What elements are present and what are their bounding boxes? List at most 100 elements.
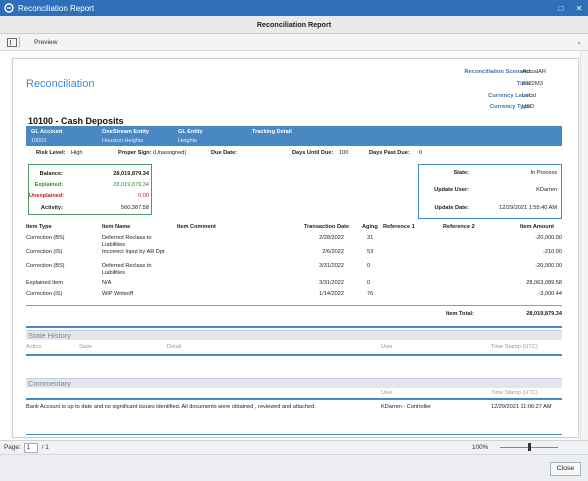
col-action: Action (26, 344, 42, 350)
cell-item-type: Explained Item (26, 280, 64, 286)
window-titlebar: Reconciliation Report □ ✕ (0, 0, 588, 16)
state-summary-box: State: In Process Update User: KDarren U… (418, 164, 562, 219)
table-row: Correction (BS) Deferred Reclass to Liab… (26, 235, 562, 249)
preview-tab[interactable]: Preview (34, 39, 57, 46)
commentary-user: KDarren - Controller (381, 404, 432, 410)
cell-item-name: Incorrect Input by AR Dpt (102, 249, 165, 255)
transactions-header: Item Type Item Name Item Comment Transac… (26, 224, 562, 233)
cell-transaction-date: 3/31/2022 (319, 263, 344, 269)
meta-label: Currency Type: (489, 104, 532, 111)
chevron-down-icon[interactable]: ⌄ (576, 38, 582, 46)
entity-label: OneStream Entity (102, 129, 149, 135)
commentary-time: 12/29/2021 11:06:27 AM (491, 404, 552, 410)
entity-value: Houston Heights (102, 138, 144, 144)
state-history-title: State History (26, 330, 562, 340)
app-logo-icon (4, 3, 14, 13)
meta-value: 2022M3 (522, 80, 543, 87)
commentary-bottom-rule (26, 434, 562, 435)
cell-transaction-date: 3/31/2022 (319, 280, 344, 286)
report-header-title: Reconciliation Report (256, 20, 332, 29)
col-state: State (79, 344, 93, 350)
balance-value: 28,019,879.34 (113, 171, 149, 177)
days-past-due-value: 0 (419, 150, 423, 156)
proper-sign-value: (Unassigned) (153, 150, 187, 156)
cell-item-amount: -20,000.00 (535, 235, 562, 241)
col-reference-1: Reference 1 (383, 224, 415, 230)
item-total-label: Item Total: (446, 311, 474, 317)
cell-item-name: N/A (102, 280, 112, 286)
cell-item-type: Correction (BS) (26, 235, 65, 241)
proper-sign-label: Proper Sign: (118, 150, 152, 156)
cell-item-name: Deferred Reclass to Liabilities (102, 263, 152, 276)
report-header: Reconciliation Report (0, 16, 588, 34)
meta-label: Currency Level: (488, 92, 532, 99)
meta-value: ActualAR (522, 69, 547, 75)
state-value: In Process (530, 170, 557, 176)
due-date-label: Due Date: (211, 150, 238, 156)
days-until-due-value: 100 (339, 150, 349, 156)
page-count: / 1 (41, 444, 49, 451)
meta-label: Reconciliation Scenario: (464, 69, 532, 75)
gl-account-value: 10001 (31, 138, 47, 144)
cell-item-amount: -210.00 (543, 249, 562, 255)
vertical-scrollbar[interactable] (580, 51, 588, 440)
cell-transaction-date: 1/14/2022 (319, 291, 344, 297)
cell-item-name: Deferred Reclass to Liabilities (102, 235, 152, 248)
explained-label: Explained: (34, 182, 63, 188)
cell-item-amount: -3,000.44 (538, 291, 562, 297)
meta-values: ActualAR 2022M3 Local USD (522, 67, 572, 114)
commentary-text: Bank Account is up to date and no signif… (26, 404, 316, 410)
sidebar-toggle-icon[interactable] (7, 37, 17, 47)
col-time-stamp: Time Stamp (UTC) (491, 344, 538, 350)
cell-aging: 0 (367, 263, 371, 269)
toolbar-divider (19, 37, 20, 47)
col-time-stamp: Time Stamp (UTC) (491, 390, 538, 396)
balance-label: Balance: (39, 171, 63, 177)
col-item-amount: Item Amount (520, 224, 554, 230)
meta-value: Local (522, 92, 536, 99)
days-past-due-label: Days Past Due: (369, 150, 410, 156)
col-transaction-date: Transaction Date (304, 224, 350, 230)
page-number-input[interactable]: 1 (23, 442, 38, 453)
account-info-band: GL Account 10001 OneStream Entity Housto… (26, 126, 562, 146)
cell-item-type: Correction (IS) (26, 291, 63, 297)
close-window-icon[interactable]: ✕ (570, 0, 588, 16)
transactions-table: Correction (BS) Deferred Reclass to Liab… (26, 235, 562, 305)
activity-label: Activity: (40, 205, 63, 211)
cell-item-amount: 28,063,089.58 (526, 280, 562, 286)
zoom-level: 100% (472, 444, 489, 451)
cell-transaction-date: 2/6/2022 (322, 249, 344, 255)
cell-aging: 53 (367, 249, 374, 255)
cell-item-type: Correction (IS) (26, 249, 63, 255)
state-label: State: (453, 170, 469, 176)
state-history-rule (26, 354, 562, 356)
update-user-label: Update User: (434, 187, 469, 193)
unexplained-value: 0.00 (138, 193, 149, 199)
commentary-rule (26, 398, 562, 400)
report-title: Reconciliation (26, 78, 95, 90)
commentary-title: Commentary (26, 378, 562, 388)
meta-labels: Reconciliation Scenario: Time: Currency … (422, 67, 532, 114)
page-label: Page: (4, 444, 21, 451)
col-item-comment: Item Comment (177, 224, 216, 230)
section-divider (26, 326, 562, 328)
restore-icon[interactable]: □ (552, 0, 570, 16)
col-item-type: Item Type (26, 224, 52, 230)
cell-item-amount: -20,000.00 (535, 263, 562, 269)
account-section-title: 10100 - Cash Deposits (28, 116, 124, 126)
col-item-name: Item Name (102, 224, 131, 230)
activity-value: 560,387.58 (121, 205, 149, 211)
meta-value: USD (522, 104, 535, 111)
unexplained-label: Unexplained: (29, 193, 65, 199)
explained-value: 28,019,879.34 (113, 182, 149, 188)
table-row: Correction (BS) Deferred Reclass to Liab… (26, 263, 562, 277)
close-button[interactable]: Close (550, 462, 581, 476)
col-user: User (381, 390, 393, 396)
zoom-slider-thumb[interactable] (528, 443, 531, 451)
toolbar: Preview ⌄ (0, 34, 588, 51)
cell-aging: 76 (367, 291, 374, 297)
col-aging: Aging (362, 224, 378, 230)
viewer-statusbar: Page: 1 / 1 100% (0, 440, 588, 454)
days-until-due-label: Days Until Due: (292, 150, 334, 156)
col-user: User (381, 344, 393, 350)
